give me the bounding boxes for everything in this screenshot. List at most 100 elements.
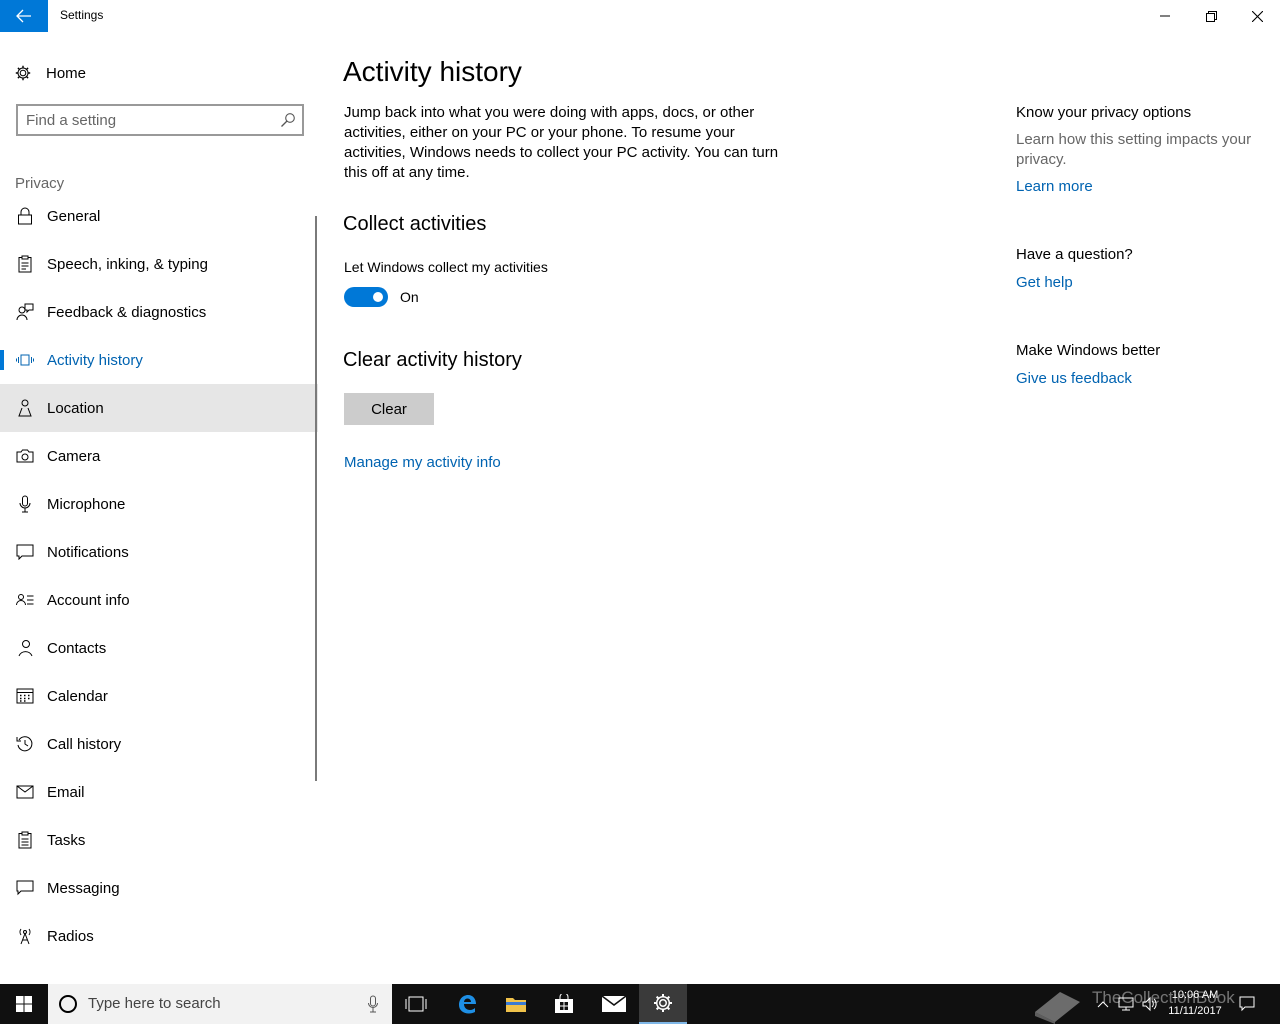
show-hidden-icons-button[interactable]: [1094, 984, 1112, 1024]
give-feedback-link[interactable]: Give us feedback: [1016, 370, 1132, 387]
sidebar-item-notifications[interactable]: Notifications: [0, 528, 320, 576]
mail-icon: [16, 783, 34, 801]
sidebar-scrollbar[interactable]: [315, 216, 317, 781]
sidebar-item-label: Location: [47, 399, 104, 417]
collect-activities-toggle[interactable]: [344, 287, 388, 307]
toggle-label: Let Windows collect my activities: [344, 259, 548, 275]
close-button[interactable]: [1234, 0, 1280, 32]
settings-app-button[interactable]: [639, 984, 687, 1024]
clear-history-heading: Clear activity history: [343, 349, 522, 371]
sidebar-item-label: Radios: [47, 927, 94, 945]
sidebar-item-label: General: [47, 207, 101, 225]
privacy-options-title: Know your privacy options: [1016, 104, 1192, 121]
sidebar-item-label: Account info: [47, 591, 130, 609]
privacy-nav-list: General Speech, inking, & typing Feedbac…: [0, 192, 320, 960]
sidebar-item-camera[interactable]: Camera: [0, 432, 320, 480]
toggle-knob: [373, 292, 383, 302]
privacy-options-text: Learn how this setting impacts your priv…: [1016, 131, 1252, 168]
sidebar-item-email[interactable]: Email: [0, 768, 320, 816]
taskbar: Type here to search TheCollectionBook 10…: [0, 984, 1280, 1024]
mail-icon: [602, 996, 626, 1012]
clear-button[interactable]: Clear: [344, 393, 434, 425]
network-button[interactable]: [1116, 984, 1136, 1024]
gear-icon: [15, 65, 31, 81]
sidebar-item-label: Calendar: [47, 687, 108, 705]
sidebar-item-label: Tasks: [47, 831, 86, 849]
account-info-icon: [16, 591, 34, 609]
home-nav-item[interactable]: Home: [15, 62, 86, 84]
search-input[interactable]: [26, 111, 266, 129]
watermark-book-icon: [1035, 992, 1080, 1024]
chat-icon: [16, 879, 34, 897]
task-view-button[interactable]: [392, 984, 440, 1024]
clipboard-icon: [16, 255, 34, 273]
contacts-icon: [16, 639, 34, 657]
mail-app-button[interactable]: [590, 984, 638, 1024]
toggle-state-text: On: [400, 289, 419, 305]
sidebar-item-messaging[interactable]: Messaging: [0, 864, 320, 912]
edge-button[interactable]: [443, 984, 491, 1024]
sidebar-item-tasks[interactable]: Tasks: [0, 816, 320, 864]
get-help-link[interactable]: Get help: [1016, 274, 1073, 291]
sidebar-item-label: Camera: [47, 447, 101, 465]
sidebar-item-radios[interactable]: Radios: [0, 912, 320, 960]
edge-icon: [459, 995, 476, 1014]
taskbar-clock[interactable]: 10:06 AM 11/11/2017: [1160, 987, 1230, 1019]
store-bag-icon: [555, 994, 573, 1013]
cortana-icon: [59, 995, 77, 1013]
sidebar-item-account-info[interactable]: Account info: [0, 576, 320, 624]
microphone-icon[interactable]: [368, 995, 378, 1013]
make-windows-better-title: Make Windows better: [1016, 342, 1161, 359]
title-bar: Settings: [0, 0, 1280, 32]
sidebar-item-feedback[interactable]: Feedback & diagnostics: [0, 288, 320, 336]
back-button[interactable]: [0, 0, 48, 32]
close-icon: [1251, 10, 1263, 22]
sidebar-item-location[interactable]: Location: [0, 384, 318, 432]
page-title: Activity history: [343, 56, 522, 87]
sidebar-item-microphone[interactable]: Microphone: [0, 480, 320, 528]
tasks-icon: [16, 831, 34, 849]
start-button[interactable]: [0, 984, 48, 1024]
taskbar-search-placeholder: Type here to search: [88, 995, 221, 1012]
store-button[interactable]: [540, 984, 588, 1024]
gear-icon: [654, 994, 672, 1012]
section-label: Privacy: [15, 175, 65, 192]
sidebar-item-call-history[interactable]: Call history: [0, 720, 320, 768]
location-person-icon: [16, 399, 34, 417]
file-explorer-button[interactable]: [492, 984, 540, 1024]
feedback-person-icon: [16, 303, 34, 321]
settings-search-box[interactable]: [16, 104, 304, 136]
sidebar-item-activity-history[interactable]: Activity history: [0, 336, 320, 384]
sidebar: Home Privacy General Speech, inking, & t…: [0, 32, 320, 984]
taskbar-search-box[interactable]: Type here to search: [48, 984, 392, 1024]
action-center-button[interactable]: [1236, 984, 1258, 1024]
lock-icon: [16, 207, 34, 225]
chevron-up-icon: [1097, 1001, 1109, 1008]
message-icon: [16, 543, 34, 561]
volume-button[interactable]: [1140, 984, 1160, 1024]
collect-activities-heading: Collect activities: [343, 213, 487, 235]
home-label: Home: [46, 64, 87, 82]
sidebar-item-contacts[interactable]: Contacts: [0, 624, 320, 672]
sidebar-item-calendar[interactable]: Calendar: [0, 672, 320, 720]
manage-activity-link[interactable]: Manage my activity info: [344, 454, 501, 471]
sidebar-item-label: Speech, inking, & typing: [47, 255, 208, 273]
network-icon: [1118, 997, 1134, 1011]
radio-tower-icon: [16, 927, 34, 945]
learn-more-link[interactable]: Learn more: [1016, 178, 1093, 195]
camera-icon: [16, 447, 34, 465]
sidebar-item-speech[interactable]: Speech, inking, & typing: [0, 240, 320, 288]
restore-button[interactable]: [1188, 0, 1234, 32]
volume-icon: [1142, 996, 1157, 1012]
window-title: Settings: [60, 8, 104, 22]
sidebar-item-label: Feedback & diagnostics: [47, 303, 207, 321]
sidebar-item-label: Email: [47, 783, 85, 801]
microphone-icon: [16, 495, 34, 513]
sidebar-item-label: Messaging: [47, 879, 120, 897]
sidebar-item-general[interactable]: General: [0, 192, 320, 240]
minimize-icon: [1160, 15, 1170, 17]
folder-icon: [506, 998, 526, 1012]
sidebar-item-label: Contacts: [47, 639, 107, 657]
activity-icon: [16, 351, 34, 369]
minimize-button[interactable]: [1142, 0, 1188, 32]
